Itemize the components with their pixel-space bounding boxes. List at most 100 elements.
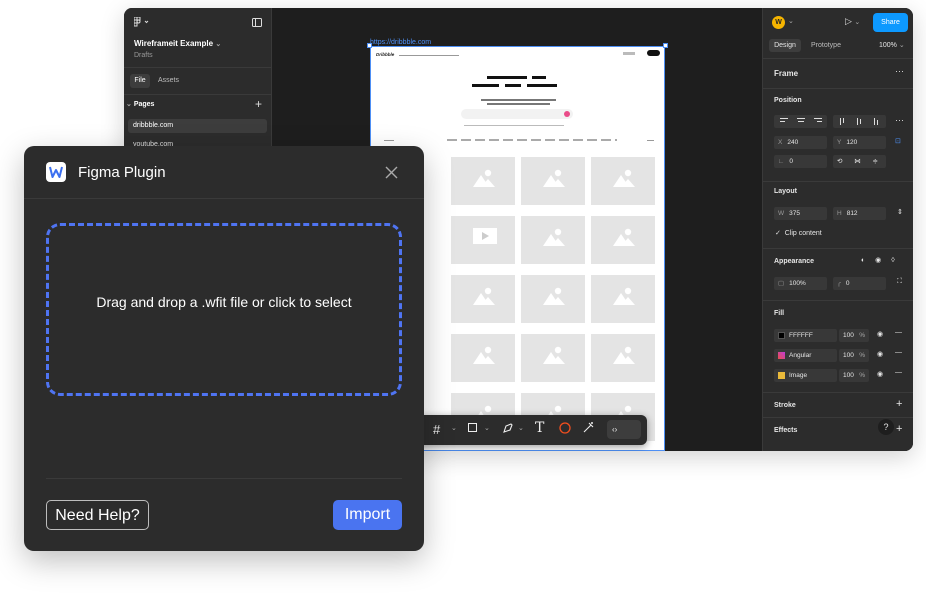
height-field[interactable]: H 812 xyxy=(833,207,886,220)
pen-tool-icon[interactable] xyxy=(502,422,514,434)
chevron-down-icon[interactable]: ⌄ xyxy=(788,17,794,25)
divider xyxy=(763,58,913,59)
divider xyxy=(763,392,913,393)
dev-mode-toggle[interactable]: ‹› xyxy=(607,420,641,439)
shot-thumbnail xyxy=(521,216,585,264)
y-field[interactable]: Y 120 xyxy=(833,136,886,149)
add-stroke-icon[interactable]: + xyxy=(896,398,902,410)
fill-title: Fill xyxy=(774,310,785,317)
plugin-window: Figma Plugin Drag and drop a .wfit file … xyxy=(24,146,424,551)
divider xyxy=(124,67,271,68)
shot-thumbnail xyxy=(521,275,585,323)
appearance-icons[interactable]: ◐ ◉ ◊ xyxy=(861,256,899,264)
effects-title: Effects xyxy=(774,427,798,434)
width-field[interactable]: W 375 xyxy=(774,207,827,220)
divider xyxy=(763,417,913,418)
frame-section-title: Frame xyxy=(774,69,799,78)
eye-icon[interactable]: ◉ xyxy=(877,370,883,378)
file-drop-zone[interactable]: Drag and drop a .wfit file or click to s… xyxy=(46,223,402,396)
remove-fill-icon[interactable]: — xyxy=(895,369,902,376)
sidebar-toggle-icon[interactable] xyxy=(252,18,262,27)
page-item-dribbble[interactable]: dribbble.com xyxy=(128,119,267,133)
file-location: Drafts xyxy=(134,52,153,59)
shot-thumbnail xyxy=(591,275,655,323)
shape-tool-icon[interactable] xyxy=(559,422,571,434)
clip-content-checkbox[interactable]: ✓ Clip content xyxy=(775,229,822,237)
remove-fill-icon[interactable]: — xyxy=(895,329,902,336)
avatar[interactable]: W xyxy=(772,16,785,29)
add-page-icon[interactable]: + xyxy=(255,97,262,111)
shot-thumbnail xyxy=(521,334,585,382)
help-button[interactable]: ? xyxy=(878,419,894,435)
constraints-icon[interactable]: ⊡ xyxy=(895,137,901,145)
rotate-flip-icons[interactable]: ⟲ ⋈ ≑ xyxy=(833,155,886,168)
fill-opacity[interactable]: 100 % xyxy=(839,329,869,342)
divider xyxy=(46,478,402,479)
x-field[interactable]: X 240 xyxy=(774,136,827,149)
plugin-title: Figma Plugin xyxy=(78,164,166,181)
tab-design[interactable]: Design xyxy=(769,39,801,52)
divider xyxy=(124,94,271,95)
frame-tool-icon[interactable]: # xyxy=(433,422,440,437)
figma-menu-icon[interactable] xyxy=(134,17,150,27)
fill-row-image[interactable]: Image xyxy=(774,369,837,382)
close-icon[interactable] xyxy=(385,166,398,179)
opacity-field[interactable]: ▢ 100% xyxy=(774,277,827,290)
need-help-button[interactable]: Need Help? xyxy=(46,500,149,530)
more-icon[interactable]: ··· xyxy=(895,66,904,76)
right-panel: W ⌄ ▷ ⌄ Share Design Prototype 100% ⌄ Fr… xyxy=(762,8,913,451)
radius-field[interactable]: ╭ 0 xyxy=(833,277,886,290)
position-title: Position xyxy=(774,97,802,104)
chevron-down-icon[interactable]: ⌄ xyxy=(484,424,490,432)
rotation-field[interactable]: ∟ 0 xyxy=(774,155,827,168)
tab-prototype[interactable]: Prototype xyxy=(811,39,841,52)
fill-opacity[interactable]: 100 % xyxy=(839,369,869,382)
fill-opacity[interactable]: 100 % xyxy=(839,349,869,362)
frame-label[interactable]: https://dribbble.com xyxy=(370,39,431,46)
actions-icon[interactable] xyxy=(582,421,595,434)
text-tool-icon[interactable]: T xyxy=(535,420,544,436)
divider xyxy=(763,248,913,249)
shot-thumbnail xyxy=(591,334,655,382)
search-bar xyxy=(461,109,573,119)
bottom-toolbar: # ⌄ ⌄ ⌄ T ‹› xyxy=(411,415,647,445)
fill-row-solid[interactable]: FFFFFF xyxy=(774,329,837,342)
pages-header[interactable]: ⌄ Pages xyxy=(126,100,154,108)
chevron-down-icon[interactable]: ⌄ xyxy=(451,424,457,432)
selection-handle[interactable] xyxy=(367,43,372,48)
site-logo: Dribbble xyxy=(376,52,395,57)
video-thumbnail xyxy=(451,216,515,264)
divider xyxy=(24,198,424,199)
expand-icon[interactable]: ⛶ xyxy=(897,278,902,286)
selection-handle[interactable] xyxy=(663,43,668,48)
eye-icon[interactable]: ◉ xyxy=(877,330,883,338)
fill-row-angular[interactable]: Angular xyxy=(774,349,837,362)
shot-thumbnail xyxy=(451,157,515,205)
eye-icon[interactable]: ◉ xyxy=(877,350,883,358)
import-button[interactable]: Import xyxy=(333,500,402,530)
divider xyxy=(763,181,913,182)
wireframeit-logo-icon xyxy=(46,162,66,182)
tab-file[interactable]: File xyxy=(130,74,150,88)
remove-fill-icon[interactable]: — xyxy=(895,349,902,356)
add-effect-icon[interactable]: + xyxy=(896,423,902,435)
more-icon[interactable]: ··· xyxy=(895,115,904,125)
resize-icon[interactable]: ⇕ xyxy=(897,208,903,216)
shot-thumbnail xyxy=(591,157,655,205)
shot-thumbnail xyxy=(451,275,515,323)
file-name[interactable]: Wireframeit Example ⌄ xyxy=(134,39,221,48)
present-icon[interactable]: ▷ ⌄ xyxy=(845,16,860,27)
appearance-title: Appearance xyxy=(774,258,815,265)
share-button[interactable]: Share xyxy=(873,13,908,32)
shot-thumbnail xyxy=(451,334,515,382)
rectangle-tool-icon[interactable] xyxy=(468,423,477,432)
shot-thumbnail xyxy=(521,157,585,205)
stroke-title: Stroke xyxy=(774,402,796,409)
tab-assets[interactable]: Assets xyxy=(158,74,179,88)
align-top-icon[interactable] xyxy=(833,115,886,128)
zoom-level[interactable]: 100% ⌄ xyxy=(879,39,905,52)
shot-thumbnail xyxy=(591,216,655,264)
divider xyxy=(763,88,913,89)
chevron-down-icon[interactable]: ⌄ xyxy=(518,424,524,432)
align-left-icon[interactable] xyxy=(774,115,827,128)
